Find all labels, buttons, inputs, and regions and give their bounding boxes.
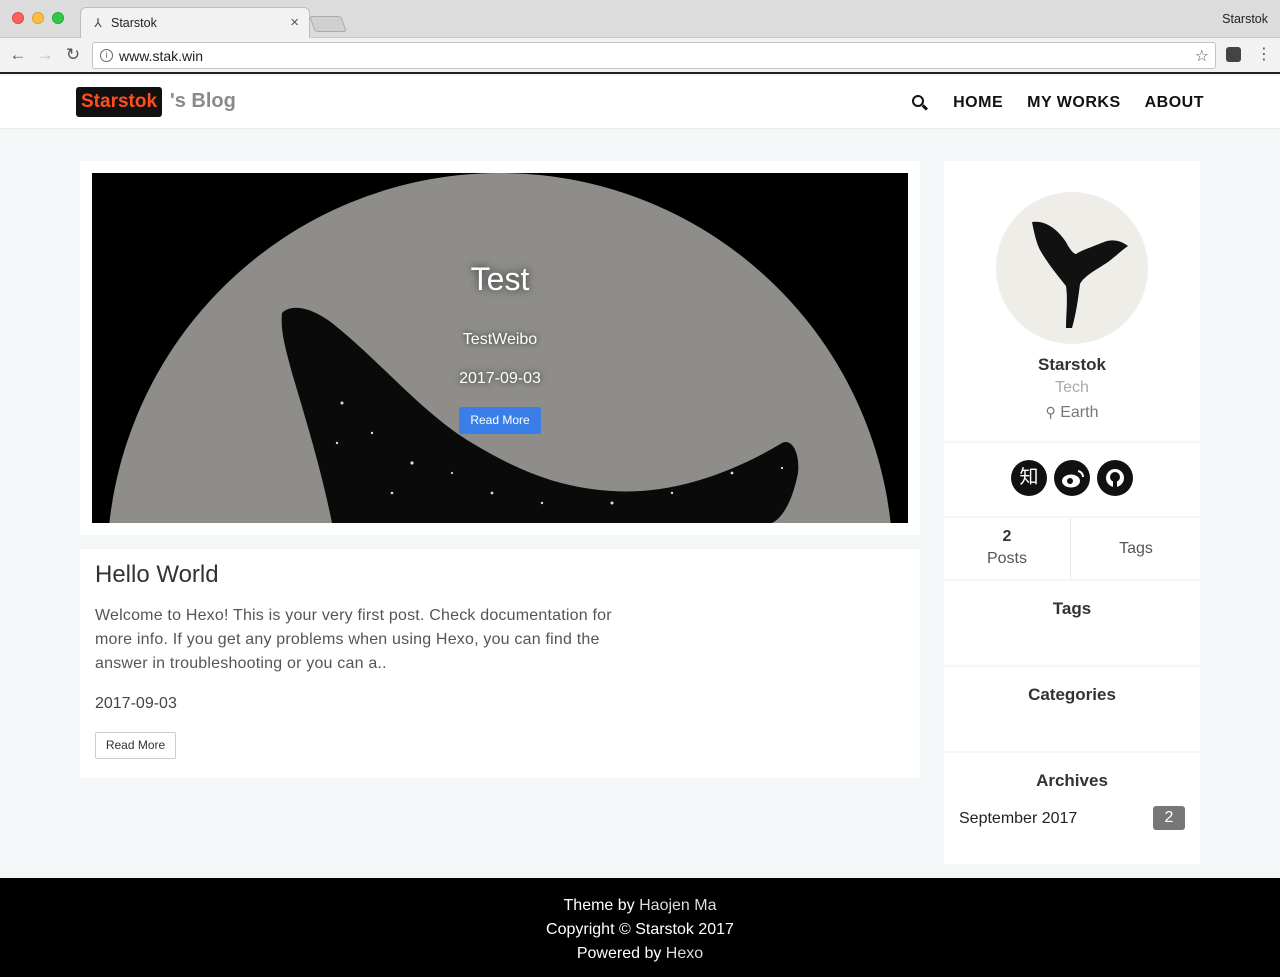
bookmark-star-icon[interactable]: ☆ — [1195, 46, 1209, 66]
footer-theme-prefix: Theme by — [563, 897, 640, 914]
archive-month-link[interactable]: September 2017 — [959, 810, 1077, 828]
footer-theme-line: Theme by Haojen Ma — [0, 897, 1280, 915]
archive-count-badge: 2 — [1153, 806, 1185, 830]
tags-stat[interactable]: Tags — [1072, 518, 1200, 579]
site-footer: Theme by Haojen Ma Copyright © Starstok … — [0, 878, 1280, 977]
profile-location: ⚲ Earth — [944, 404, 1200, 422]
site-logo-suffix[interactable]: 's Blog — [170, 90, 236, 113]
minimize-window-button[interactable] — [32, 12, 44, 24]
footer-hexo-link[interactable]: Hexo — [666, 945, 703, 962]
extension-icon[interactable] — [1226, 47, 1241, 62]
back-arrow-icon[interactable]: ← — [8, 45, 28, 65]
footer-powered-prefix: Powered by — [576, 945, 666, 962]
post-card: Hello World Welcome to Hexo! This is you… — [80, 549, 920, 778]
posts-count: 2 — [1002, 528, 1012, 545]
posts-label: Posts — [986, 550, 1027, 567]
post-date: 2017-09-03 — [95, 695, 177, 712]
categories-widget-title: Categories — [1028, 685, 1116, 704]
zhihu-icon[interactable]: 知 — [1011, 460, 1047, 496]
whale-tail-icon: ⅄ — [94, 16, 102, 30]
search-icon[interactable] — [911, 94, 929, 112]
tab-close-icon[interactable]: × — [290, 14, 299, 31]
footer-copyright: Copyright © Starstok 2017 — [546, 921, 734, 938]
browser-tab[interactable]: ⅄ Starstok × — [80, 7, 310, 38]
weibo-icon[interactable] — [1054, 460, 1090, 496]
close-window-button[interactable] — [12, 12, 24, 24]
browser-titlebar: ⅄ Starstok × Starstok — [0, 0, 1280, 38]
tags-widget: Tags — [944, 581, 1200, 665]
categories-widget: Categories — [944, 667, 1200, 751]
new-tab-button[interactable] — [309, 16, 347, 32]
read-more-button[interactable]: Read More — [95, 732, 176, 759]
forward-arrow-icon[interactable]: → — [35, 45, 55, 65]
posts-stat[interactable]: 2 Posts — [944, 518, 1071, 579]
browser-menu-icon[interactable]: ⋮ — [1256, 43, 1272, 67]
archives-widget: Archives September 2017 2 — [944, 753, 1200, 864]
profile-location-text: Earth — [1060, 404, 1099, 421]
reload-icon[interactable]: ↻ — [63, 45, 83, 65]
url-text[interactable]: www.stak.win — [119, 48, 203, 64]
browser-toolbar: ← → ↻ i www.stak.win ☆ ⋮ — [0, 38, 1280, 74]
zoom-window-button[interactable] — [52, 12, 64, 24]
profile-card: Starstok Tech ⚲ Earth — [944, 161, 1200, 441]
featured-post-title[interactable]: Test — [92, 261, 908, 298]
profile-role: Tech — [1055, 379, 1089, 396]
footer-powered-line: Powered by Hexo — [0, 945, 1280, 963]
browser-profile-name[interactable]: Starstok — [1222, 12, 1268, 26]
tags-widget-title: Tags — [1052, 599, 1092, 618]
tab-title: Starstok — [111, 16, 157, 30]
featured-post-date: 2017-09-03 — [459, 370, 541, 387]
info-icon[interactable]: i — [100, 49, 113, 62]
featured-post-subtitle: TestWeibo — [462, 331, 538, 348]
stats-bar: 2 Posts Tags — [944, 518, 1200, 579]
whale-tail-icon — [1032, 221, 1128, 328]
nav-my-works[interactable]: MY WORKS — [1027, 94, 1120, 112]
footer-theme-author-link[interactable]: Haojen Ma — [639, 897, 716, 914]
profile-name: Starstok — [1037, 355, 1107, 374]
post-excerpt: Welcome to Hexo! This is your very first… — [95, 607, 612, 672]
map-pin-icon: ⚲ — [1045, 404, 1056, 420]
archives-widget-title: Archives — [1036, 771, 1108, 790]
featured-post-image: Test TestWeibo 2017-09-03 Read More — [92, 173, 908, 523]
address-bar[interactable]: i www.stak.win ☆ — [92, 42, 1216, 69]
site-logo[interactable]: Starstok — [76, 87, 163, 117]
social-links: 知 — [944, 443, 1200, 516]
post-title[interactable]: Hello World — [95, 561, 219, 589]
featured-read-more-button[interactable]: Read More — [459, 407, 541, 434]
nav-about[interactable]: ABOUT — [1145, 94, 1204, 112]
site-header: Starstok 's Blog HOME MY WORKS ABOUT — [0, 76, 1280, 129]
nav-home[interactable]: HOME — [953, 94, 1003, 112]
main-nav: HOME MY WORKS ABOUT — [911, 76, 1204, 129]
avatar[interactable] — [996, 192, 1148, 344]
github-icon[interactable] — [1097, 460, 1133, 496]
featured-post-card: Test TestWeibo 2017-09-03 Read More — [80, 161, 920, 535]
